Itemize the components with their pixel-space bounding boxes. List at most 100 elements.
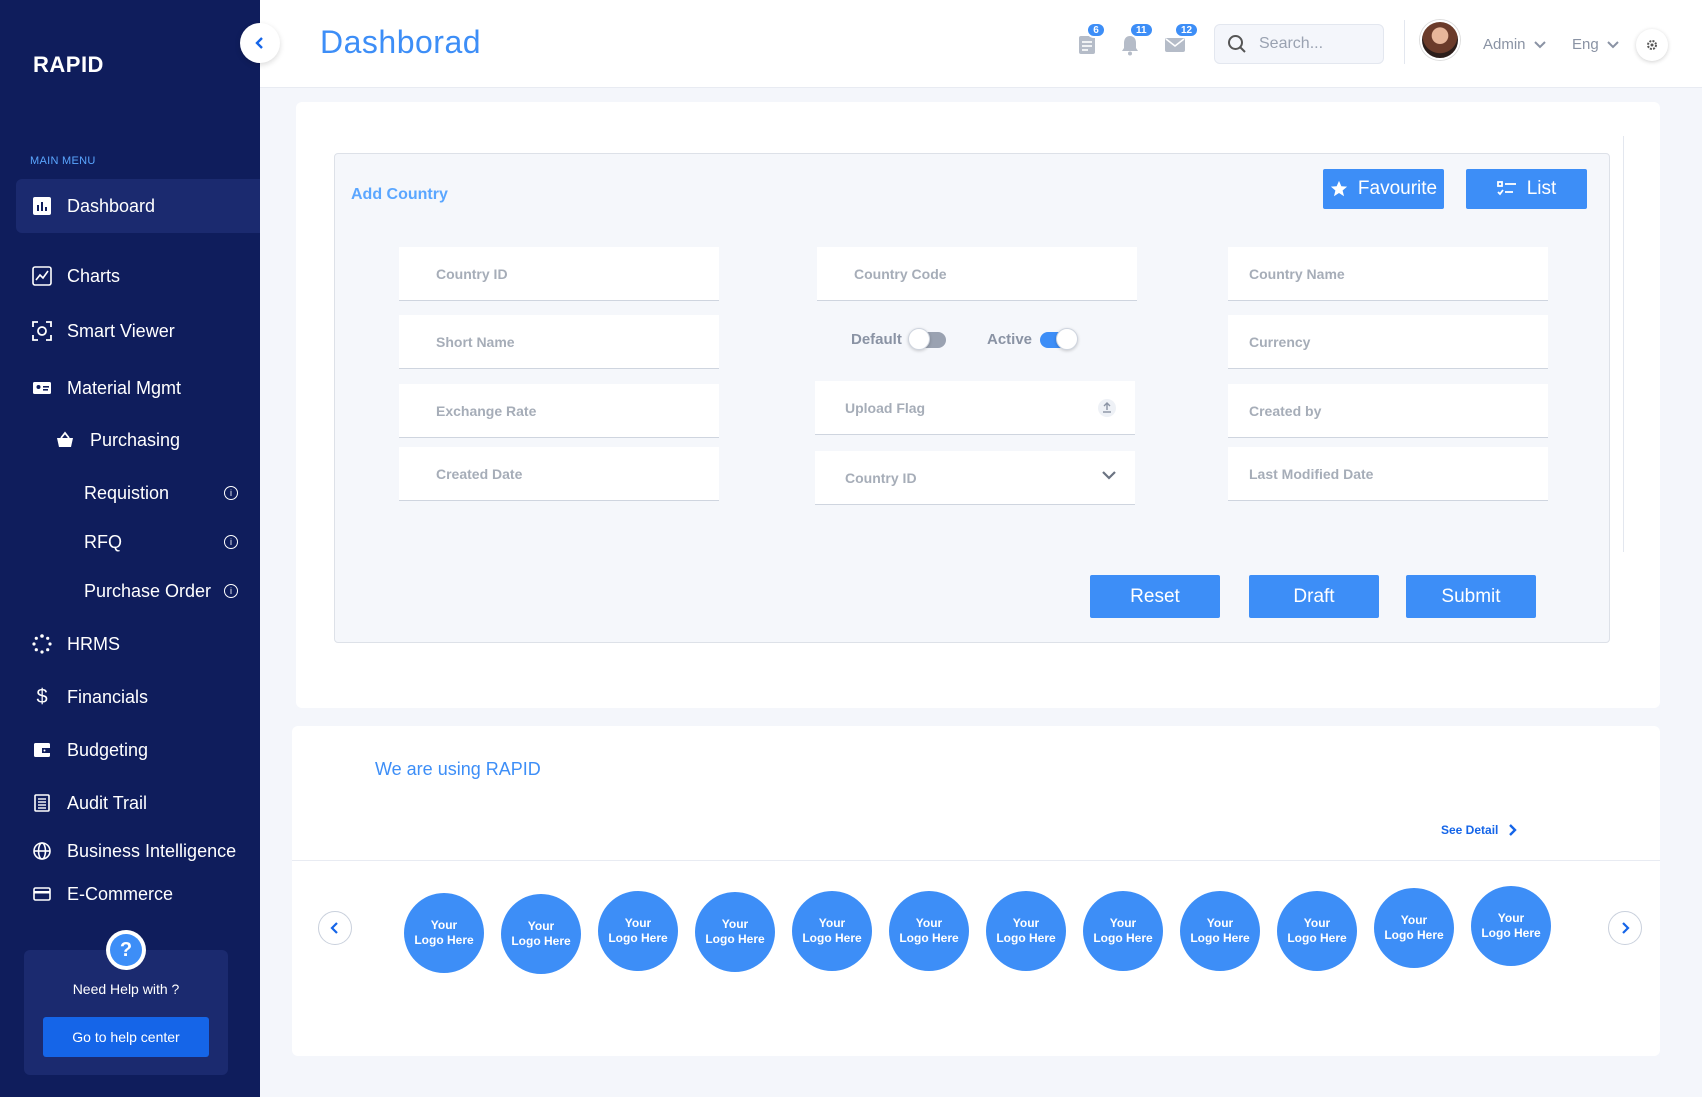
settings-button[interactable] [1636,29,1668,61]
wallet-icon [31,739,53,761]
sidebar-item-label: Purchase Order [84,580,212,601]
short-name-input[interactable] [436,333,696,350]
sidebar-item-label: Requistion [84,482,170,503]
brand-logo: RAPID [33,52,104,77]
sidebar-item-material-mgmt[interactable]: Material Mgmt [16,361,260,415]
carousel-prev-button[interactable] [318,911,352,945]
logos-card: We are using RAPID See Detail Your Logo H… [292,726,1660,1056]
globe-icon [31,840,53,862]
scrollbar-track[interactable] [1623,136,1624,552]
divider [292,860,1660,861]
language-dropdown[interactable]: Eng [1572,36,1619,53]
notifications-button[interactable]: 11 [1117,22,1154,58]
section-title: We are using RAPID [375,759,541,779]
sidebar-item-label: Dashboard [67,195,156,216]
client-logo[interactable]: Your Logo Here [404,893,484,973]
country-name-field[interactable] [1228,247,1548,301]
sidebar-item-charts[interactable]: Charts [16,249,260,303]
chevron-down-icon [1101,468,1117,484]
documents-button[interactable]: 6 [1074,22,1106,58]
sidebar-item-label: Audit Trail [67,792,148,813]
checklist-icon [1496,181,1516,196]
sidebar-item-label: Material Mgmt [67,377,182,398]
sidebar-item-purchase-order[interactable]: Purchase Order i [16,564,260,618]
exchange-rate-input[interactable] [436,402,696,419]
menu-caption: MAIN MENU [30,155,96,167]
active-toggle[interactable]: Active [987,327,1079,350]
messages-button[interactable]: 12 [1162,22,1200,58]
currency-input[interactable] [1249,333,1509,350]
client-logo[interactable]: Your Logo Here [501,894,581,974]
search-input[interactable] [1259,35,1369,53]
client-logo[interactable]: Your Logo Here [1180,891,1260,971]
dollar-icon: $ [36,685,48,708]
currency-field[interactable] [1228,315,1548,369]
chevron-left-icon [255,37,263,49]
sidebar-item-rfq[interactable]: RFQ i [16,515,260,569]
submit-button[interactable]: Submit [1406,575,1536,618]
client-logo[interactable]: Your Logo Here [1471,886,1551,966]
sidebar-item-purchasing[interactable]: Purchasing [16,413,260,467]
client-logo[interactable]: Your Logo Here [986,891,1066,971]
upload-flag-field[interactable]: Upload Flag [815,381,1135,435]
user-dropdown[interactable]: Admin [1483,36,1546,53]
help-icon: ? [106,930,146,970]
country-code-input[interactable] [854,265,1114,282]
language-label: Eng [1572,36,1599,53]
short-name-field[interactable] [399,315,719,369]
sidebar-item-budgeting[interactable]: Budgeting [16,723,260,777]
help-box: ? Need Help with ? Go to help center [24,930,228,1075]
default-toggle[interactable]: Default [851,327,946,350]
sidebar-item-label: Business Intelligence [67,840,237,861]
sidebar-item-label: Financials [67,686,149,707]
sidebar-item-hrms[interactable]: HRMS [16,617,260,671]
active-switch[interactable] [1040,327,1079,350]
client-logo[interactable]: Your Logo Here [1083,891,1163,971]
client-logo[interactable]: Your Logo Here [1277,891,1357,971]
upload-icon[interactable] [1097,398,1117,421]
list-button[interactable]: List [1466,169,1587,209]
sidebar-item-smart-viewer[interactable]: Smart Viewer [16,304,260,358]
client-logo[interactable]: Your Logo Here [792,891,872,971]
sidebar-item-e-commerce[interactable]: E-Commerce [16,867,260,921]
client-logo[interactable]: Your Logo Here [889,891,969,971]
client-logo[interactable]: Your Logo Here [598,891,678,971]
client-logo[interactable]: Your Logo Here [1374,888,1454,968]
carousel-next-button[interactable] [1608,911,1642,945]
last-modified-date-input[interactable] [1249,465,1509,482]
chevron-down-icon [1533,40,1546,48]
country-code-field[interactable] [817,247,1137,301]
messages-badge: 12 [1174,22,1200,38]
gear-icon [1647,40,1657,50]
form-title: Add Country [351,186,448,203]
search-box [1214,24,1384,64]
help-center-button[interactable]: Go to help center [43,1017,209,1057]
see-detail-link[interactable]: See Detail [1441,823,1518,837]
reset-button[interactable]: Reset [1090,575,1220,618]
sidebar-item-requistion[interactable]: Requistion i [16,466,260,520]
country-name-input[interactable] [1249,265,1509,282]
last-modified-date-field[interactable] [1228,447,1548,501]
default-switch[interactable] [907,327,946,350]
country-id-select[interactable]: Country ID [815,451,1135,505]
draft-button[interactable]: Draft [1249,575,1379,618]
created-date-field[interactable] [399,447,719,501]
sidebar-item-dashboard[interactable]: Dashboard [16,179,260,233]
search-icon [1228,35,1246,53]
sidebar-item-label: HRMS [67,633,120,654]
country-id-input[interactable] [436,265,696,282]
sidebar: RAPID MAIN MENU Dashboard Charts Smart V… [0,0,260,1097]
collapse-sidebar-button[interactable] [240,23,280,63]
exchange-rate-field[interactable] [399,384,719,438]
created-by-field[interactable] [1228,384,1548,438]
help-text: Need Help with ? [72,981,180,997]
created-by-input[interactable] [1249,402,1509,419]
country-id-field[interactable] [399,247,719,301]
avatar[interactable] [1420,20,1460,60]
client-logo[interactable]: Your Logo Here [695,892,775,972]
sidebar-item-financials[interactable]: $ Financials [16,670,260,724]
sidebar-item-audit-trail[interactable]: Audit Trail [16,776,260,830]
favourite-button[interactable]: Favourite [1323,169,1444,209]
created-date-input[interactable] [436,465,696,482]
sidebar-item-label: RFQ [84,531,122,552]
